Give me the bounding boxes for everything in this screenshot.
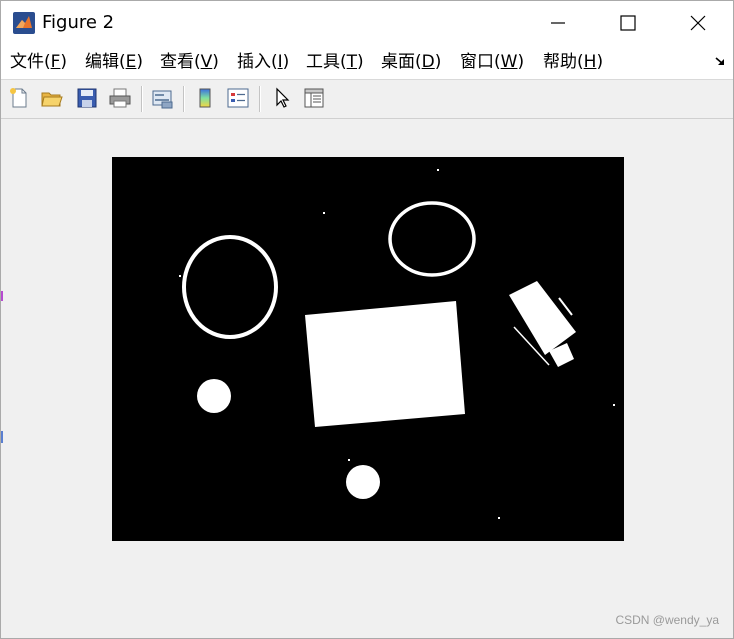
menu-insert[interactable]: 插入(I) (237, 51, 289, 73)
dock-arrow-icon[interactable] (715, 56, 727, 68)
open-file-button[interactable] (38, 84, 66, 112)
figure-toolbar (1, 80, 733, 119)
pointer-button[interactable] (268, 84, 296, 112)
matlab-app-icon (13, 12, 35, 34)
legend-icon (227, 88, 249, 108)
rectangle-shape (305, 301, 465, 427)
menu-help[interactable]: 帮助(H) (543, 51, 603, 73)
minimize-button[interactable] (535, 1, 581, 45)
new-figure-button[interactable] (5, 84, 33, 112)
maximize-button[interactable] (605, 1, 651, 45)
menu-desktop[interactable]: 桌面(D) (381, 51, 441, 73)
link-plot-button[interactable] (148, 84, 176, 112)
menu-view[interactable]: 查看(V) (160, 51, 219, 73)
save-icon (77, 88, 97, 108)
noise-speck (348, 459, 350, 461)
pointer-icon (276, 87, 290, 108)
watermark-text: CSDN @wendy_ya (615, 613, 719, 627)
save-button[interactable] (73, 84, 101, 112)
minimize-icon (551, 22, 565, 24)
noise-speck (179, 275, 181, 277)
close-icon (690, 15, 706, 31)
noise-speck (613, 404, 615, 406)
close-button[interactable] (675, 1, 721, 45)
toolbar-separator (141, 86, 143, 112)
maximize-icon (620, 15, 636, 31)
toolbar-separator (183, 86, 185, 112)
property-inspector-button[interactable] (300, 84, 328, 112)
noise-speck (323, 212, 325, 214)
link-plot-icon (152, 90, 173, 109)
menu-bar: 文件(F) 编辑(E) 查看(V) 插入(I) 工具(T) 桌面(D) 窗口(W… (1, 45, 733, 80)
legend-button[interactable] (224, 84, 252, 112)
new-figure-icon (10, 88, 27, 108)
left-disk-shape (197, 379, 231, 413)
colorbar-icon (199, 88, 211, 108)
toolbar-separator (259, 86, 261, 112)
edge-artifact (1, 291, 3, 301)
menu-edit[interactable]: 编辑(E) (85, 51, 143, 73)
colorbar-button[interactable] (191, 84, 219, 112)
window-title: Figure 2 (42, 12, 115, 33)
figure-window: Figure 2 文件(F) 编辑(E) 查看(V) 插入(I) 工具(T) 桌… (0, 0, 734, 639)
noise-speck (437, 169, 439, 171)
edge-artifact (1, 431, 3, 443)
menu-tools[interactable]: 工具(T) (306, 51, 364, 73)
print-button[interactable] (106, 84, 134, 112)
menu-file[interactable]: 文件(F) (10, 51, 67, 73)
binary-image (112, 157, 624, 541)
open-file-icon (41, 92, 63, 107)
menu-window[interactable]: 窗口(W) (460, 51, 524, 73)
noise-speck (498, 517, 500, 519)
property-inspector-icon (304, 88, 324, 108)
bottom-disk-shape (346, 465, 380, 499)
title-bar[interactable]: Figure 2 (1, 1, 733, 45)
print-icon (109, 88, 131, 108)
